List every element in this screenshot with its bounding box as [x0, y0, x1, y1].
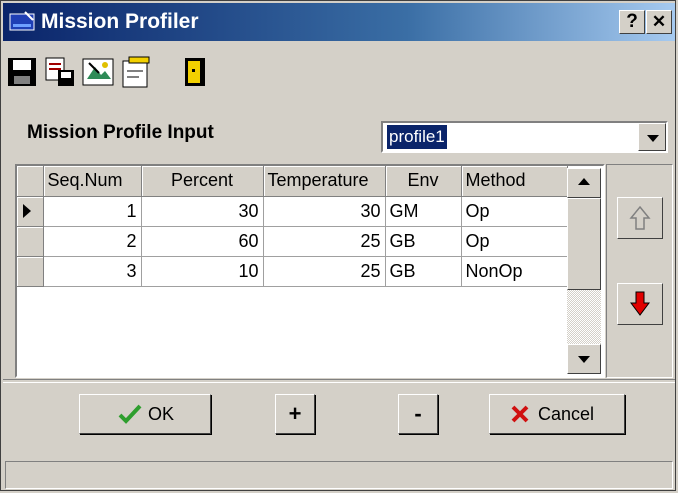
scroll-down-arrow-icon: [578, 356, 590, 363]
cell-percent[interactable]: 60: [141, 226, 264, 257]
table-header-row: Seq.Num Percent Temperature Env Method: [17, 166, 568, 197]
exit-icon[interactable]: [177, 55, 211, 89]
profile-table: Seq.Num Percent Temperature Env Method 1…: [17, 166, 568, 287]
toolbar: [3, 49, 675, 101]
scroll-up-button[interactable]: [567, 168, 601, 198]
column-header-seqnum[interactable]: Seq.Num: [43, 166, 142, 197]
help-button[interactable]: ?: [619, 10, 645, 34]
row-indicator[interactable]: [17, 196, 44, 227]
cell-temperature[interactable]: 25: [263, 256, 386, 287]
open-icon[interactable]: [81, 55, 115, 89]
window-title: Mission Profiler: [41, 10, 199, 33]
move-up-arrow-icon: [629, 205, 651, 230]
scroll-thumb[interactable]: [567, 198, 601, 290]
move-down-arrow-icon: [630, 291, 650, 316]
remove-row-label: -: [414, 401, 422, 426]
cell-temperature[interactable]: 30: [263, 196, 386, 227]
cell-percent[interactable]: 30: [141, 196, 264, 227]
save-as-icon[interactable]: [43, 55, 77, 89]
cell-percent[interactable]: 10: [141, 256, 264, 287]
column-header-temperature[interactable]: Temperature: [263, 166, 386, 197]
cancel-button[interactable]: Cancel: [489, 394, 625, 434]
row-move-panel: [606, 164, 673, 378]
cell-seqnum[interactable]: 3: [43, 256, 142, 287]
cancel-button-label: Cancel: [538, 404, 595, 424]
ok-button[interactable]: OK: [79, 394, 211, 434]
checkmark-icon: [118, 404, 142, 424]
status-bar: [5, 461, 673, 489]
button-separator: [3, 379, 675, 383]
remove-row-button[interactable]: -: [398, 394, 438, 434]
cell-env[interactable]: GB: [385, 256, 462, 287]
column-header-method[interactable]: Method: [461, 166, 568, 197]
cell-seqnum[interactable]: 1: [43, 196, 142, 227]
app-icon: [9, 11, 35, 31]
table-row[interactable]: 1 30 30 GM Op: [17, 196, 568, 227]
row-indicator[interactable]: [17, 226, 44, 257]
add-row-button[interactable]: +: [275, 394, 315, 434]
table-row[interactable]: 3 10 25 GB NonOp: [17, 256, 568, 287]
new-icon[interactable]: [119, 55, 153, 89]
profile-select-value: profile1: [387, 125, 447, 149]
ok-button-label: OK: [148, 404, 175, 424]
mission-profiler-window: Mission Profiler ? ✕ Mission Profile Inp…: [0, 0, 676, 491]
move-up-button[interactable]: [617, 197, 663, 239]
title-bar[interactable]: Mission Profiler ? ✕: [3, 3, 675, 41]
profile-select[interactable]: profile1: [381, 121, 668, 153]
cell-temperature[interactable]: 25: [263, 226, 386, 257]
scroll-down-button[interactable]: [567, 344, 601, 374]
save-icon[interactable]: [5, 55, 39, 89]
chevron-down-icon: [647, 135, 659, 142]
cell-env[interactable]: GB: [385, 226, 462, 257]
cell-method[interactable]: Op: [461, 226, 568, 257]
cell-seqnum[interactable]: 2: [43, 226, 142, 257]
column-header-percent[interactable]: Percent: [141, 166, 264, 197]
profile-dropdown-button[interactable]: [638, 123, 666, 151]
header-indicator-cell: [17, 166, 44, 197]
row-indicator[interactable]: [17, 256, 44, 287]
mission-profile-label: Mission Profile Input: [27, 122, 214, 143]
table-row[interactable]: 2 60 25 GB Op: [17, 226, 568, 257]
cell-method[interactable]: Op: [461, 196, 568, 227]
add-row-label: +: [288, 401, 302, 426]
close-button[interactable]: ✕: [646, 10, 672, 34]
current-row-pointer-icon: [23, 203, 31, 218]
cell-env[interactable]: GM: [385, 196, 462, 227]
column-header-env[interactable]: Env: [385, 166, 462, 197]
grid-vertical-scrollbar[interactable]: [567, 168, 601, 374]
scroll-up-arrow-icon: [578, 178, 590, 185]
mission-profile-grid[interactable]: Seq.Num Percent Temperature Env Method 1…: [15, 164, 605, 378]
cell-method[interactable]: NonOp: [461, 256, 568, 287]
cancel-x-icon: [511, 405, 529, 423]
move-down-button[interactable]: [617, 283, 663, 325]
